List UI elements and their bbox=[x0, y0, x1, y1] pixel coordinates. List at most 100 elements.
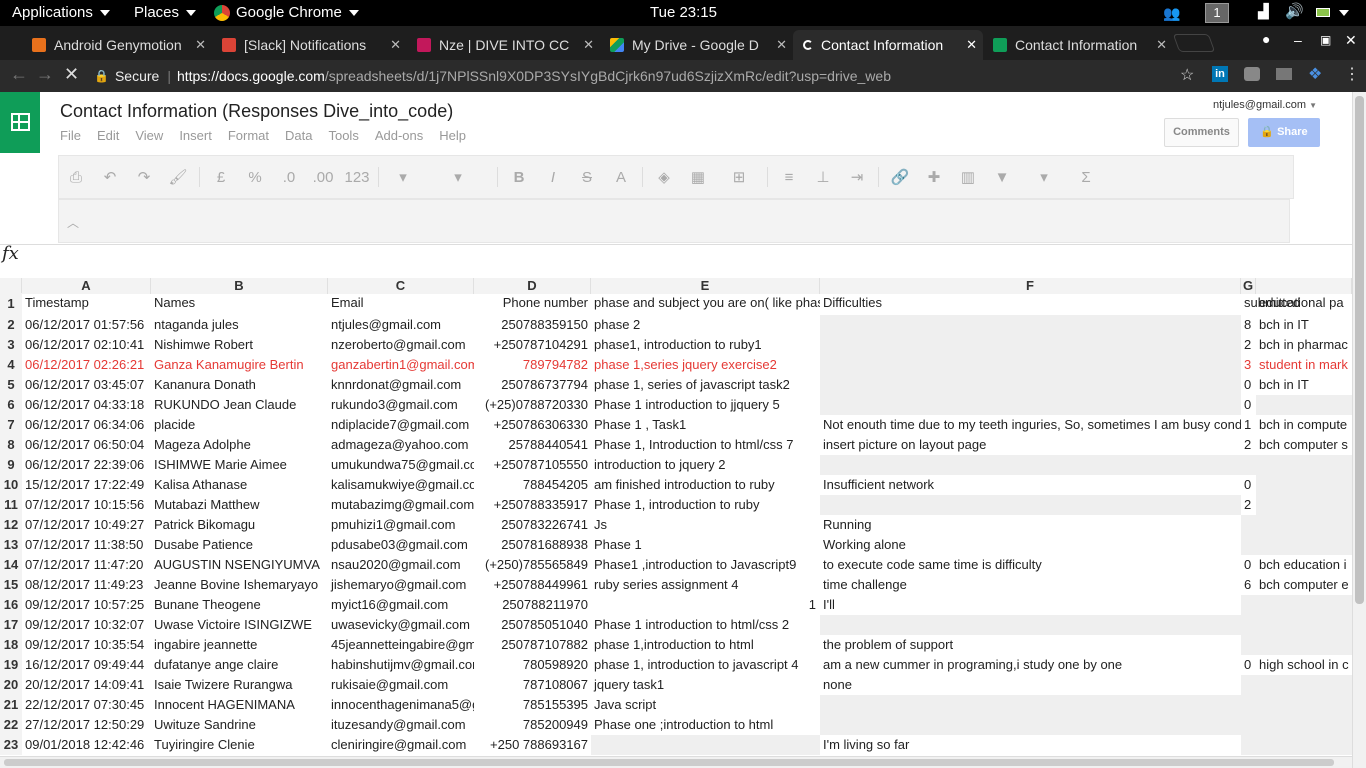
cell-phase[interactable]: phase 1, introduction to javascript 4 bbox=[591, 655, 820, 675]
paint-format-icon[interactable]: 🖌 bbox=[161, 168, 195, 186]
font-size-dropdown[interactable]: ▾ bbox=[423, 168, 493, 186]
cell-submitted[interactable]: 6 bbox=[1241, 575, 1256, 595]
collapse-chevron-up-icon[interactable]: ︿ bbox=[67, 214, 79, 231]
row-number[interactable]: 21 bbox=[0, 695, 22, 715]
cell-timestamp[interactable]: 09/12/2017 10:32:07 bbox=[22, 615, 151, 635]
cell-submitted[interactable] bbox=[1241, 735, 1256, 755]
column-header-g[interactable]: G bbox=[1241, 278, 1256, 294]
chrome-app-menu[interactable]: Google Chrome bbox=[214, 0, 359, 26]
cell-email[interactable]: nzeroberto@gmail.com bbox=[328, 335, 474, 355]
row-number[interactable]: 15 bbox=[0, 575, 22, 595]
new-tab-button[interactable] bbox=[1172, 34, 1216, 52]
row-number[interactable]: 13 bbox=[0, 535, 22, 555]
column-header-e[interactable]: E bbox=[591, 278, 820, 294]
chrome-menu-icon[interactable]: ⋮ bbox=[1344, 64, 1360, 84]
cell-phone[interactable]: 250788211970 bbox=[474, 595, 591, 615]
print-icon[interactable]: ⎙ bbox=[59, 169, 93, 186]
back-arrow-icon[interactable]: ← bbox=[10, 64, 28, 85]
cell-email[interactable]: rukisaie@gmail.com bbox=[328, 675, 474, 695]
cell-email[interactable]: pmuhizi1@gmail.com bbox=[328, 515, 474, 535]
cell-name[interactable]: Ganza Kanamugire Bertin bbox=[151, 355, 328, 375]
cell-difficulties[interactable] bbox=[820, 315, 1241, 335]
fill-color-icon[interactable]: ◈ bbox=[647, 168, 681, 186]
cell-phone[interactable]: 250783226741 bbox=[474, 515, 591, 535]
cell-difficulties[interactable]: I'm living so far bbox=[820, 735, 1241, 755]
close-window-icon[interactable]: ✕ bbox=[1345, 32, 1357, 49]
cell-name[interactable]: ISHIMWE Marie Aimee bbox=[151, 455, 328, 475]
cell-difficulties[interactable] bbox=[820, 455, 1241, 475]
cell-email[interactable]: innocenthagenimana5@gmail.com bbox=[328, 695, 474, 715]
tab-slack-notifications[interactable]: [Slack] Notifications ✕ bbox=[212, 30, 407, 60]
cell-phone[interactable]: 788454205 bbox=[474, 475, 591, 495]
text-wrapping-icon[interactable]: ⇥ bbox=[840, 168, 874, 186]
cell-name[interactable]: Patrick Bikomagu bbox=[151, 515, 328, 535]
menu-addons[interactable]: Add-ons bbox=[375, 128, 423, 143]
cell-name[interactable]: AUGUSTIN NSENGIYUMVA bbox=[151, 555, 328, 575]
cell-phone[interactable]: (+250)785565849 bbox=[474, 555, 591, 575]
cell-name[interactable]: Nishimwe Robert bbox=[151, 335, 328, 355]
forward-arrow-icon[interactable]: → bbox=[36, 64, 54, 85]
cell-header-submitted[interactable]: submitted bbox=[1241, 293, 1300, 315]
cell-email[interactable]: uwasevicky@gmail.com bbox=[328, 615, 474, 635]
cell-email[interactable]: umukundwa75@gmail.com bbox=[328, 455, 474, 475]
cell-email[interactable]: habinshutijmv@gmail.com bbox=[328, 655, 474, 675]
cell-phone[interactable]: +250787105550 bbox=[474, 455, 591, 475]
insert-comment-icon[interactable]: ✚ bbox=[917, 168, 951, 186]
minimize-icon[interactable]: – bbox=[1294, 32, 1302, 48]
cell-education[interactable]: bch in compute bbox=[1256, 415, 1352, 435]
cell-phone[interactable]: 250787107882 bbox=[474, 635, 591, 655]
cell-name[interactable]: Kananura Donath bbox=[151, 375, 328, 395]
redo-icon[interactable]: ↷ bbox=[127, 168, 161, 186]
menu-file[interactable]: File bbox=[60, 128, 81, 143]
bookmark-star-icon[interactable]: ☆ bbox=[1180, 65, 1194, 85]
cell-phase[interactable]: Phase 1 introduction to jjquery 5 bbox=[591, 395, 820, 415]
cell-submitted[interactable]: 8 bbox=[1241, 315, 1256, 335]
cell-timestamp[interactable]: 09/12/2017 10:35:54 bbox=[22, 635, 151, 655]
cell-education[interactable] bbox=[1256, 535, 1352, 555]
cell-submitted[interactable]: 3 bbox=[1241, 355, 1256, 375]
spreadsheet-grid[interactable]: A B C D E F G 1 Timestamp Names Email Ph… bbox=[0, 268, 1352, 756]
cell-name[interactable]: RUKUNDO Jean Claude bbox=[151, 395, 328, 415]
address-bar[interactable]: 🔒 Secure | https://docs.google.com /spre… bbox=[94, 63, 1202, 89]
row-number[interactable]: 17 bbox=[0, 615, 22, 635]
cell-submitted[interactable] bbox=[1241, 675, 1256, 695]
mail-extension-icon[interactable] bbox=[1276, 68, 1292, 80]
comments-button[interactable]: Comments bbox=[1164, 118, 1239, 147]
cell-timestamp[interactable]: 20/12/2017 14:09:41 bbox=[22, 675, 151, 695]
cell-header-timestamp[interactable]: Timestamp bbox=[22, 293, 151, 315]
cell-education[interactable] bbox=[1256, 595, 1352, 615]
cell-phone[interactable]: +250787104291 bbox=[474, 335, 591, 355]
tab-dive-into-code[interactable]: Nze | DIVE INTO CC ✕ bbox=[407, 30, 600, 60]
cell-timestamp[interactable]: 06/12/2017 02:26:21 bbox=[22, 355, 151, 375]
applications-menu[interactable]: Applications bbox=[12, 0, 110, 26]
cell-timestamp[interactable]: 06/12/2017 01:57:56 bbox=[22, 315, 151, 335]
clock[interactable]: Tue 23:15 bbox=[650, 0, 717, 26]
cell-timestamp[interactable]: 08/12/2017 11:49:23 bbox=[22, 575, 151, 595]
row-number[interactable]: 4 bbox=[0, 355, 22, 375]
battery-icon[interactable] bbox=[1316, 8, 1330, 17]
cell-phase[interactable]: Phase1 ,introduction to Javascript9 bbox=[591, 555, 820, 575]
close-icon[interactable]: ✕ bbox=[1156, 37, 1167, 53]
cell-education[interactable] bbox=[1256, 455, 1352, 475]
cell-timestamp[interactable]: 07/12/2017 10:49:27 bbox=[22, 515, 151, 535]
cell-difficulties[interactable] bbox=[820, 355, 1241, 375]
profile-icon[interactable]: ● bbox=[1262, 31, 1270, 47]
cell-name[interactable]: Dusabe Patience bbox=[151, 535, 328, 555]
row-number[interactable]: 19 bbox=[0, 655, 22, 675]
cell-difficulties[interactable] bbox=[820, 495, 1241, 515]
cell-difficulties[interactable]: Insufficient network bbox=[820, 475, 1241, 495]
cell-header-phase[interactable]: phase and subject you are on( like phase… bbox=[591, 293, 820, 315]
sheets-logo-icon[interactable] bbox=[0, 92, 40, 153]
cell-phone[interactable]: +250786306330 bbox=[474, 415, 591, 435]
more-formats-icon[interactable]: 123 bbox=[340, 169, 374, 186]
close-icon[interactable]: ✕ bbox=[583, 37, 594, 53]
cell-difficulties[interactable] bbox=[820, 615, 1241, 635]
cell-difficulties[interactable]: Working alone bbox=[820, 535, 1241, 555]
cell-timestamp[interactable]: 07/12/2017 10:15:56 bbox=[22, 495, 151, 515]
cell-submitted[interactable]: 0 bbox=[1241, 475, 1256, 495]
cell-timestamp[interactable]: 09/01/2018 12:42:46 bbox=[22, 735, 151, 755]
power-chevron-icon[interactable] bbox=[1339, 10, 1349, 16]
cell-email[interactable]: pdusabe03@gmail.com bbox=[328, 535, 474, 555]
cell-phone[interactable]: +250 788693167 bbox=[474, 735, 591, 755]
merge-cells-icon[interactable]: ⊞ bbox=[715, 168, 763, 186]
